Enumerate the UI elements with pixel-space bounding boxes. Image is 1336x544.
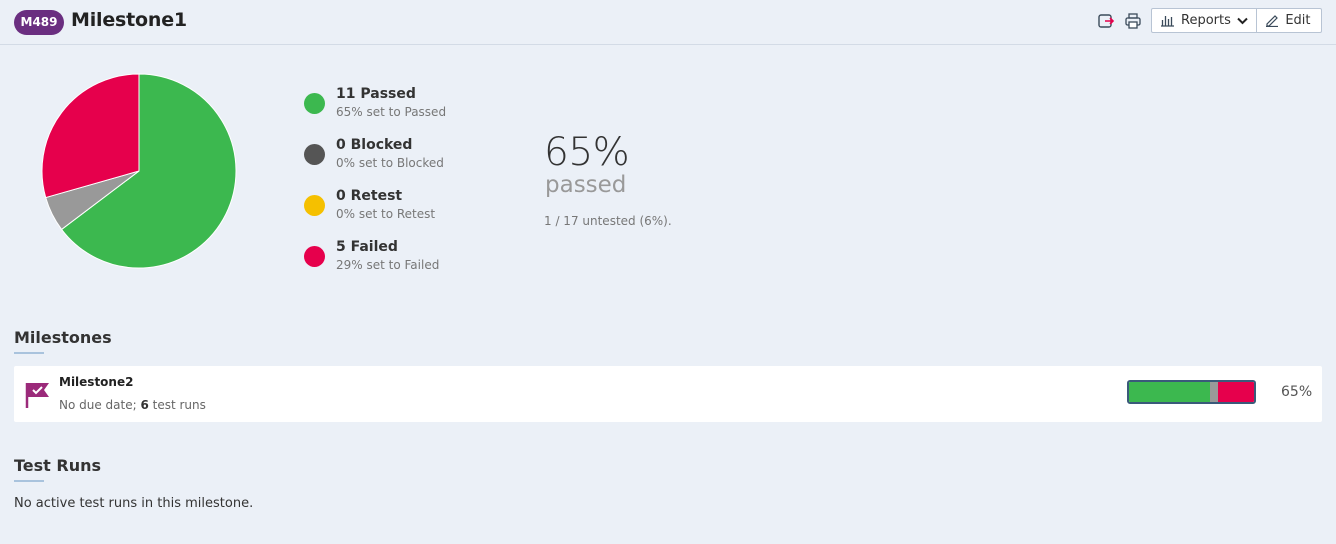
edit-button[interactable]: Edit <box>1257 9 1321 32</box>
page-title: Milestone1 <box>71 9 187 31</box>
passed-percent: 65% <box>544 130 630 175</box>
test-runs-heading-underline <box>14 480 44 482</box>
legend-title: 11 Passed <box>336 86 416 102</box>
legend-subtitle: 0% set to Retest <box>336 207 436 221</box>
legend-dot-blocked <box>304 144 325 165</box>
legend-subtitle: 65% set to Passed <box>336 105 447 119</box>
page-header: M489 Milestone1 Reports Edit <box>0 0 1336 45</box>
milestone-flag-icon <box>25 383 49 408</box>
legend-title: 0 Blocked <box>336 137 413 153</box>
chevron-down-icon <box>1237 17 1248 24</box>
milestone-row: Milestone2 No due date; 6 test runs 65% <box>14 366 1322 422</box>
export-icon[interactable] <box>1097 12 1115 30</box>
milestones-heading-underline <box>14 352 44 354</box>
legend-dot-failed <box>304 246 325 267</box>
test-runs-heading: Test Runs <box>14 456 102 475</box>
status-pie-chart <box>41 73 237 269</box>
legend-dot-retest <box>304 195 325 216</box>
milestone-meta: No due date; 6 test runs <box>59 398 206 412</box>
milestone-progress-bar <box>1127 380 1256 404</box>
legend-subtitle: 29% set to Failed <box>336 258 440 272</box>
passed-label: passed <box>545 172 627 198</box>
reports-label: Reports <box>1181 13 1231 28</box>
header-button-group: Reports Edit <box>1151 8 1322 33</box>
milestones-heading: Milestones <box>14 328 112 347</box>
bar-chart-icon <box>1161 16 1174 27</box>
empty-test-runs-message: No active test runs in this milestone. <box>14 496 254 511</box>
untested-summary: 1 / 17 untested (6%). <box>544 214 672 228</box>
milestone-link[interactable]: Milestone2 <box>59 375 133 389</box>
legend-title: 0 Retest <box>336 188 403 204</box>
milestone-runs-count: 6 <box>140 398 149 412</box>
pencil-icon <box>1266 15 1279 27</box>
progress-failed <box>1217 382 1254 402</box>
milestone-id-badge: M489 <box>14 10 64 35</box>
progress-untested <box>1210 382 1218 402</box>
print-icon[interactable] <box>1124 12 1142 30</box>
edit-label: Edit <box>1285 13 1311 28</box>
milestone-runs-label: test runs <box>148 398 206 412</box>
progress-passed <box>1129 382 1211 402</box>
reports-button[interactable]: Reports <box>1152 9 1258 32</box>
legend-dot-passed <box>304 93 325 114</box>
legend-title: 5 Failed <box>336 239 398 255</box>
milestone-due-text: No due date; <box>59 398 141 412</box>
legend-subtitle: 0% set to Blocked <box>336 156 444 170</box>
milestone-percent: 65% <box>1281 384 1313 400</box>
